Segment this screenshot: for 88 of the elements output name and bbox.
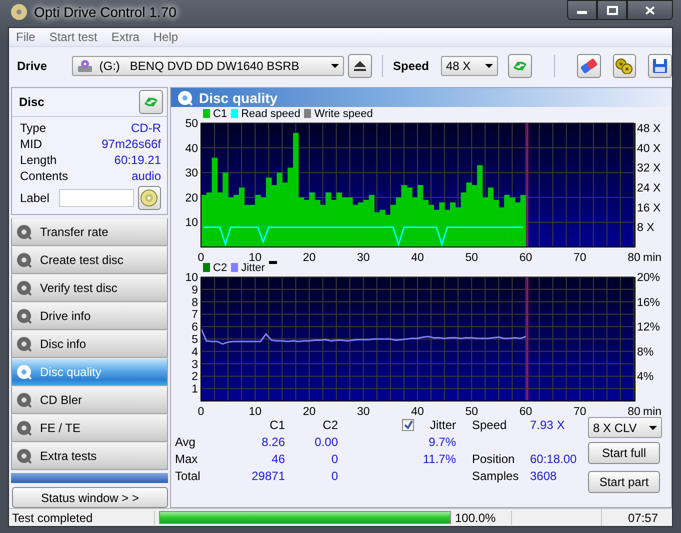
panel-title: Disc bbox=[19, 95, 44, 109]
tick-label: 16% bbox=[637, 296, 660, 309]
tick-label: 5 bbox=[192, 334, 198, 346]
info-label: Type bbox=[20, 121, 46, 134]
tick-label: 16 X bbox=[637, 202, 661, 214]
info-value: 97m26s66f bbox=[102, 137, 161, 150]
tick-label: 30 bbox=[185, 168, 198, 180]
status-message: Test completed bbox=[9, 510, 155, 524]
tick-label: 50 bbox=[465, 252, 478, 261]
tick-label: 20 bbox=[185, 192, 198, 204]
axis-title: min bbox=[643, 406, 662, 415]
label-label: Label bbox=[20, 191, 50, 205]
info-label: MID bbox=[20, 137, 42, 150]
tick-label: 40 bbox=[411, 252, 424, 261]
table-cell-text: 0 bbox=[330, 468, 338, 482]
tick-label: 48 X bbox=[637, 122, 661, 135]
legend-label: Write speed bbox=[314, 108, 373, 120]
tick-label: 80 bbox=[628, 252, 640, 261]
tick-label: 2 bbox=[192, 371, 198, 384]
tick-label: 0 bbox=[198, 252, 204, 261]
elapsed-time: 07:57 bbox=[626, 510, 659, 524]
info-value: audio bbox=[132, 169, 161, 182]
tick-label: 7 bbox=[192, 309, 198, 322]
table-cell-text: 0.00 bbox=[314, 434, 338, 448]
table-cell-text: 11.7% bbox=[422, 452, 456, 466]
legend-label: C1 bbox=[213, 108, 228, 120]
tick-label: 32 X bbox=[637, 162, 661, 175]
column-header: C1 bbox=[268, 418, 285, 432]
window-title: Opti Drive Control 1.70 bbox=[34, 4, 176, 20]
tick-label: 70 bbox=[573, 406, 586, 415]
drive-label: Drive bbox=[17, 59, 48, 73]
progress-percent: 100.0% bbox=[451, 510, 512, 524]
readout-label: Samples bbox=[472, 468, 520, 482]
info-value: CD-R bbox=[131, 121, 161, 134]
tick-label: 30 bbox=[356, 252, 370, 261]
tick-label: 20 bbox=[302, 406, 316, 415]
panel-title: Disc quality bbox=[199, 90, 278, 106]
tick-label: 40 X bbox=[637, 142, 661, 155]
tick-label: 40 bbox=[185, 142, 198, 155]
column-header: C2 bbox=[322, 418, 338, 432]
tick-label: 0 bbox=[198, 406, 204, 415]
info-label: Length bbox=[20, 153, 57, 166]
legend-label: Jitter bbox=[241, 262, 265, 274]
tick-label: 20% bbox=[637, 272, 660, 284]
tick-label: 4% bbox=[637, 371, 654, 384]
tick-label: 60 bbox=[519, 252, 532, 261]
row-label: Total bbox=[175, 468, 202, 482]
tick-label: 8 X bbox=[637, 222, 654, 234]
readout-label: Speed bbox=[472, 418, 508, 432]
column-header: Jitter bbox=[428, 418, 456, 432]
info-label: Contents bbox=[20, 169, 68, 182]
speed-label: Speed bbox=[392, 59, 429, 73]
tick-label: 30 bbox=[356, 406, 370, 415]
row-label: Max bbox=[175, 452, 199, 466]
tick-label: 20 bbox=[302, 252, 316, 261]
tick-label: 8 bbox=[192, 296, 198, 309]
tick-label: 6 bbox=[192, 322, 198, 334]
tick-label: 9 bbox=[192, 284, 198, 296]
table-cell-text: 0 bbox=[330, 452, 338, 466]
tick-label: 24 X bbox=[637, 182, 661, 194]
tick-label: 80 bbox=[628, 406, 640, 415]
tick-label: 40 bbox=[411, 406, 424, 415]
tick-label: 12% bbox=[637, 322, 660, 334]
tick-label: 50 bbox=[465, 406, 478, 415]
readout-value: 7.93 X bbox=[530, 418, 566, 432]
table-cell-text: 46 bbox=[270, 452, 285, 466]
tick-label: 50 bbox=[185, 118, 198, 130]
table-cell-text: 8.26 bbox=[260, 434, 285, 448]
tick-label: 10 bbox=[248, 406, 262, 415]
tick-label: 8% bbox=[637, 346, 654, 358]
row-label: Avg bbox=[175, 434, 196, 448]
legend-label: C2 bbox=[213, 262, 228, 274]
table-cell-text: 9.7% bbox=[428, 434, 456, 448]
tick-label: 10 bbox=[185, 272, 198, 284]
readout-label: Position bbox=[472, 452, 516, 466]
table-cell-text: 29871 bbox=[250, 468, 285, 482]
axis-title: min bbox=[643, 252, 662, 261]
readout-value: 3608 bbox=[530, 468, 558, 482]
legend-label: Read speed bbox=[241, 108, 300, 120]
tick-label: 60 bbox=[519, 406, 532, 415]
tick-label: 1 bbox=[192, 384, 198, 396]
info-value: 60:19.21 bbox=[114, 153, 161, 166]
tick-label: 10 bbox=[185, 217, 198, 230]
readout-value: 60:18.00 bbox=[530, 452, 578, 466]
tick-label: 4 bbox=[192, 346, 198, 358]
tick-label: 70 bbox=[573, 252, 586, 261]
tick-label: 3 bbox=[192, 358, 198, 371]
tick-label: 10 bbox=[248, 252, 262, 261]
